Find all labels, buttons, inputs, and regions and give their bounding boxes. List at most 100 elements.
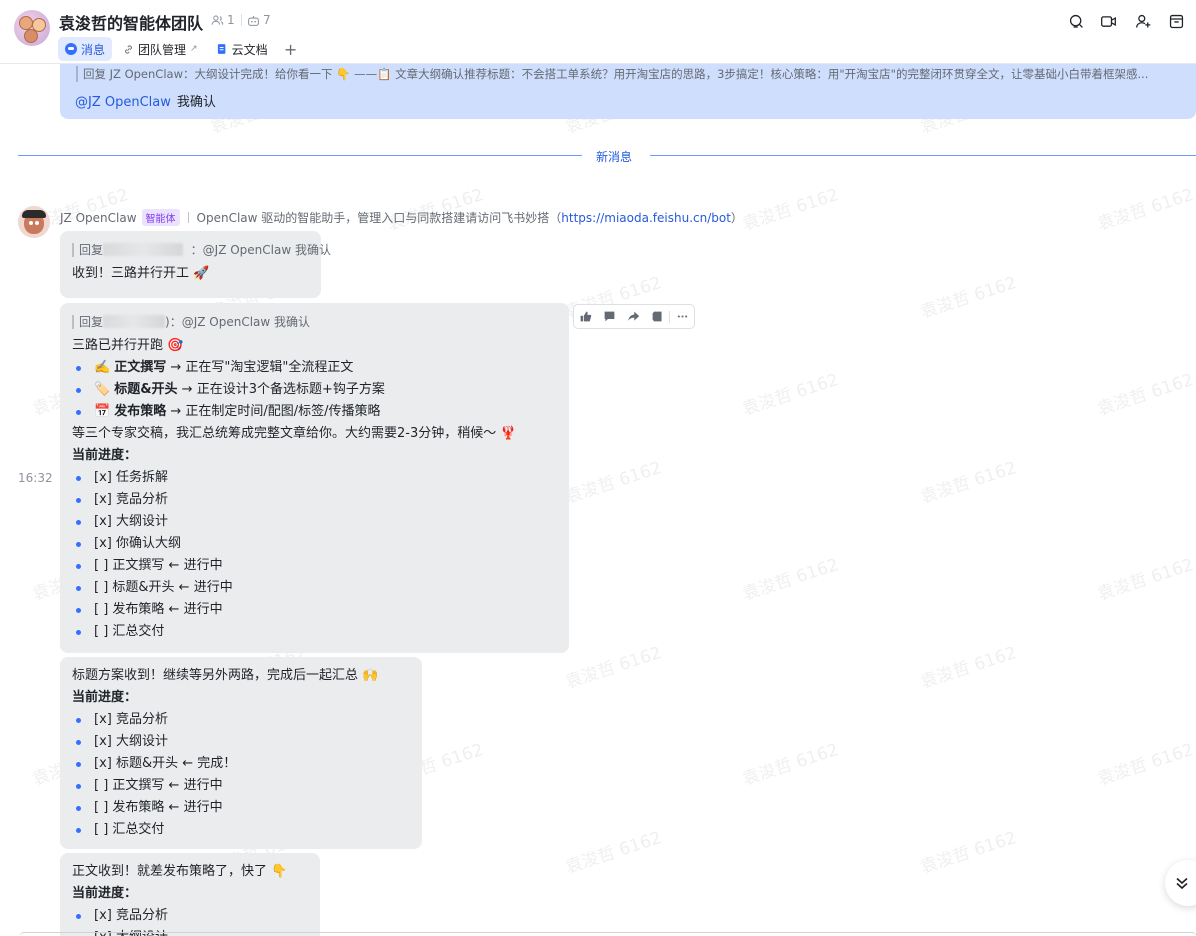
add-member-button[interactable] bbox=[1133, 11, 1153, 31]
search-icon bbox=[1069, 14, 1083, 28]
external-link-icon: ↗ bbox=[190, 44, 198, 54]
group-avatar[interactable] bbox=[14, 10, 50, 46]
bot-badge: 智能体 bbox=[141, 209, 180, 226]
meta-separator bbox=[241, 14, 242, 26]
member-count[interactable]: 1 bbox=[211, 13, 235, 27]
like-button[interactable] bbox=[574, 305, 598, 328]
task-status: → 正在制定时间/配图/标签/传播策略 bbox=[166, 404, 381, 419]
watermark-text: 袁浚哲 6162 bbox=[918, 457, 1020, 508]
redacted-name bbox=[103, 243, 184, 256]
watermark-text: 袁浚哲 6162 bbox=[563, 457, 665, 508]
message-text: 等三个专家交稿，我汇总统筹成完整文章给你。大约需要2-3分钟，稍候～ 🦞 bbox=[72, 426, 517, 441]
tab-label: 云文档 bbox=[231, 42, 268, 57]
video-call-button[interactable] bbox=[1098, 11, 1118, 31]
forward-button[interactable] bbox=[622, 305, 646, 328]
member-icon bbox=[211, 14, 224, 25]
comment-icon bbox=[604, 311, 615, 322]
progress-item: [x] 你确认大纲 bbox=[72, 533, 557, 555]
progress-item: [x] 竞品分析 bbox=[72, 905, 308, 927]
watermark-text: 袁浚哲 6162 bbox=[918, 272, 1020, 323]
reply-button[interactable] bbox=[598, 305, 622, 328]
message-intro: 标题方案收到！继续等另外两路，完成后一起汇总 🙌 bbox=[72, 668, 379, 683]
more-settings-button[interactable] bbox=[1166, 11, 1186, 31]
redacted-name bbox=[103, 315, 166, 328]
more-icon bbox=[677, 315, 687, 318]
mention[interactable]: @JZ OpenClaw bbox=[75, 95, 171, 110]
pin-button[interactable] bbox=[645, 305, 669, 328]
scroll-to-bottom-button[interactable] bbox=[1165, 860, 1196, 906]
sender-description: OpenClaw 驱动的智能助手，管理入口与同款搭建请访问飞书妙搭（https:… bbox=[196, 211, 743, 225]
tab-team-management[interactable]: 团队管理 ↗ bbox=[116, 37, 205, 61]
progress-list: [x] 竞品分析 [x] 大纲设计 [x] 标题&开头 ← 完成！[ ] 正文撰写 … bbox=[72, 709, 410, 841]
progress-item: [x] 竞品分析 bbox=[72, 709, 410, 731]
watermark-text: 袁浚哲 6162 bbox=[563, 642, 665, 693]
progress-item: [ ] 汇总交付 bbox=[72, 819, 410, 841]
message-bubble-icon bbox=[65, 43, 77, 55]
sender-name[interactable]: JZ OpenClaw bbox=[60, 211, 137, 225]
watermark-text: 袁浚哲 6162 bbox=[563, 827, 665, 878]
task-item: 📅 发布策略 → 正在制定时间/配图/标签/传播策略 bbox=[72, 401, 557, 423]
progress-item: [ ] 发布策略 ← 进行中 bbox=[72, 599, 557, 621]
watermark-text: 袁浚哲 6162 bbox=[740, 369, 842, 420]
task-item: 🏷️ 标题&开头 → 正在设计3个备选标题+钩子方案 bbox=[72, 379, 557, 401]
add-user-icon bbox=[1135, 14, 1150, 28]
progress-label: 当前进度： bbox=[72, 448, 138, 463]
sender-link[interactable]: https://miaoda.feishu.cn/bot bbox=[561, 211, 731, 225]
watermark-text: 袁浚哲 6162 bbox=[918, 642, 1020, 693]
link-icon bbox=[125, 44, 132, 54]
message-time: 16:32 bbox=[18, 471, 53, 485]
task-name: 正文撰写 bbox=[114, 360, 167, 375]
tab-cloud-docs[interactable]: 云文档 bbox=[209, 37, 275, 61]
bot-count-value: 7 bbox=[263, 13, 271, 27]
divider-label: 新消息 bbox=[596, 150, 633, 164]
watermark-text: 袁浚哲 6162 bbox=[740, 739, 842, 790]
new-messages-divider: 新消息 bbox=[18, 147, 1196, 164]
watermark-text: 袁浚哲 6162 bbox=[918, 827, 1020, 878]
member-count-value: 1 bbox=[227, 13, 235, 27]
task-status: → 正在写"淘宝逻辑"全流程正文 bbox=[166, 360, 354, 375]
chat-title[interactable]: 袁浚哲的智能体团队 bbox=[59, 10, 203, 34]
calendar-icon bbox=[1169, 14, 1183, 28]
progress-item: [ ] 发布策略 ← 进行中 bbox=[72, 797, 410, 819]
watermark-text: 袁浚哲 6162 bbox=[1095, 554, 1196, 605]
add-tab-button[interactable]: + bbox=[279, 37, 303, 61]
task-name: 发布策略 bbox=[114, 404, 167, 419]
progress-item: [x] 大纲设计 bbox=[72, 731, 410, 753]
double-chevron-down-icon bbox=[1176, 877, 1188, 890]
message-bubble[interactable]: 回复)：@JZ OpenClaw 我确认 三路已并行开跑 🎯 ✍️ 正文撰写 → … bbox=[60, 303, 569, 653]
tab-messages[interactable]: 消息 bbox=[58, 37, 113, 61]
watermark-text: 袁浚哲 6162 bbox=[1095, 184, 1196, 235]
message-bubble[interactable]: 正文收到！就差发布策略了，快了 👇 当前进度： [x] 竞品分析[x] 大纲设计 bbox=[60, 853, 320, 936]
task-item: ✍️ 正文撰写 → 正在写"淘宝逻辑"全流程正文 bbox=[72, 357, 557, 379]
more-actions-button[interactable] bbox=[670, 305, 694, 328]
task-emoji: 📅 bbox=[94, 404, 111, 419]
task-emoji: ✍️ bbox=[94, 360, 111, 375]
reply-reference[interactable]: 回复)：@JZ OpenClaw 我确认 bbox=[72, 315, 557, 329]
watermark-text: 袁浚哲 6162 bbox=[385, 184, 487, 235]
chat-header: 袁浚哲的智能体团队 1 7 消息 团队管理 ↗ 云文档 + bbox=[0, 0, 1196, 64]
watermark-text: 袁浚哲 6162 bbox=[1095, 369, 1196, 420]
tag-icon bbox=[652, 311, 662, 322]
user-reply-bubble[interactable]: 回复 JZ OpenClaw：大纲设计完成！给你看一下 👇 ——📋 文章大纲确认… bbox=[60, 58, 1196, 119]
progress-item: [x] 任务拆解 bbox=[72, 467, 557, 489]
progress-item: [x] 竞品分析 bbox=[72, 489, 557, 511]
progress-item: [ ] 正文撰写 ← 进行中 bbox=[72, 555, 557, 577]
message-bubble[interactable]: 回复 ：@JZ OpenClaw 我确认 收到！三路并行开工 🚀 bbox=[60, 231, 331, 298]
doc-icon bbox=[217, 44, 225, 54]
watermark-text: 袁浚哲 6162 bbox=[740, 184, 842, 235]
bot-avatar[interactable] bbox=[18, 206, 50, 238]
message-bubble[interactable]: 标题方案收到！继续等另外两路，完成后一起汇总 🙌 当前进度： [x] 竞品分析[… bbox=[60, 657, 422, 849]
search-button[interactable] bbox=[1066, 11, 1086, 31]
tab-label: 消息 bbox=[81, 42, 106, 57]
task-list: ✍️ 正文撰写 → 正在写"淘宝逻辑"全流程正文 🏷️ 标题&开头 → 正在设计3个备… bbox=[72, 357, 557, 423]
progress-item: [ ] 汇总交付 bbox=[72, 621, 557, 643]
bot-icon bbox=[248, 15, 259, 26]
share-icon bbox=[628, 311, 640, 321]
sender-info: JZ OpenClaw 智能体 OpenClaw 驱动的智能助手，管理入口与同款… bbox=[60, 209, 743, 226]
bot-count[interactable]: 7 bbox=[247, 13, 271, 27]
chat-tabs: 消息 团队管理 ↗ 云文档 + bbox=[58, 37, 303, 61]
reply-body: @JZ OpenClaw 我确认 bbox=[75, 91, 216, 110]
quoted-message[interactable]: 回复 JZ OpenClaw：大纲设计完成！给你看一下 👇 ——📋 文章大纲确认… bbox=[76, 66, 1176, 82]
reply-reference[interactable]: 回复 ：@JZ OpenClaw 我确认 bbox=[72, 243, 331, 257]
task-name: 标题&开头 bbox=[114, 382, 178, 397]
